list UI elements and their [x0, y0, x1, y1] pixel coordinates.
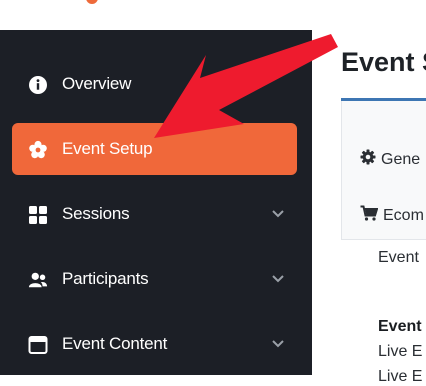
settings-flower-icon	[28, 140, 48, 160]
sidebar-item-label: Event Setup	[62, 139, 153, 158]
chevron-down-icon[interactable]	[269, 335, 287, 353]
sidebar-item-sessions[interactable]: Sessions	[12, 188, 297, 240]
sidebar-item-label: Event Content	[62, 334, 168, 353]
logo-fragment	[86, 0, 98, 4]
field-value: Live E	[378, 368, 423, 385]
sidebar-item-participants[interactable]: Participants	[12, 253, 297, 305]
window-icon	[28, 335, 48, 355]
chevron-down-icon[interactable]	[269, 270, 287, 288]
main-content: Event S Gene	[312, 30, 426, 385]
sidebar-item-label: Overview	[62, 74, 132, 93]
users-icon	[28, 270, 48, 290]
sidebar-item-event-setup[interactable]: Event Setup	[12, 123, 297, 175]
tab-label: Gene	[381, 150, 421, 168]
gear-icon	[360, 149, 376, 170]
cart-icon	[360, 205, 379, 226]
tab-general[interactable]: Gene	[360, 149, 420, 170]
sidebar: Overview Event Setup Sessions Participan…	[0, 30, 312, 375]
tab-ecommerce[interactable]: Ecom	[360, 205, 424, 226]
info-icon	[28, 75, 48, 95]
sidebar-item-event-content[interactable]: Event Content	[12, 318, 297, 370]
chevron-down-icon[interactable]	[269, 205, 287, 223]
tabs-panel: Gene Ecom	[341, 101, 426, 240]
section-heading: Event	[378, 318, 422, 335]
sidebar-item-label: Participants	[62, 269, 149, 288]
sidebar-item-label: Sessions	[62, 204, 130, 223]
field-value: Live E	[378, 343, 423, 360]
grid-icon	[28, 205, 48, 225]
top-bar	[0, 0, 426, 30]
sidebar-item-overview[interactable]: Overview	[12, 58, 297, 110]
page-title: Event S	[341, 47, 426, 77]
tab-label: Ecom	[383, 206, 424, 224]
field-label: Event	[378, 249, 419, 266]
